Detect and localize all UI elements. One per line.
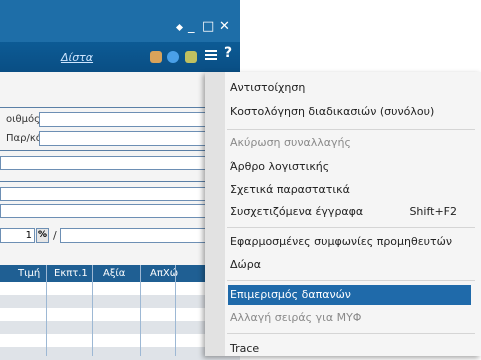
menu-separator [227, 333, 475, 334]
menu-item-trace[interactable]: Trace [230, 339, 475, 359]
table-row[interactable] [0, 347, 240, 360]
menu-lines-icon[interactable] [205, 50, 217, 60]
quantity-field[interactable]: 1 [0, 228, 35, 243]
help-icon[interactable]: ? [224, 45, 232, 61]
col-header-apxo[interactable]: ΑπΧώ [150, 268, 178, 279]
table-row[interactable] [0, 308, 240, 321]
col-header-discount[interactable]: Εκπτ.1 [54, 268, 88, 279]
minimize-button[interactable]: _ [188, 20, 195, 34]
table-row[interactable] [0, 282, 240, 295]
column-divider [46, 265, 47, 356]
text-field-2[interactable] [0, 187, 240, 201]
toolbar [0, 42, 240, 72]
menu-item-related-documents[interactable]: Σχετικά παραστατικά [230, 180, 475, 200]
gear-icon[interactable] [185, 51, 197, 63]
column-divider [140, 265, 141, 356]
col-header-price[interactable]: Τιμή [18, 268, 40, 279]
menu-item-mapping[interactable]: Αντιστοίχηση [230, 78, 475, 98]
menu-separator [227, 129, 475, 130]
percent-toggle[interactable]: % [36, 228, 49, 243]
list-link[interactable]: Δίστα [42, 47, 112, 68]
menu-icon-strip [205, 72, 225, 356]
menu-item-linked-files[interactable]: Συσχετιζόμενα έγγραφα Shift+F2 [230, 202, 475, 222]
form-divider [0, 107, 240, 108]
menu-item-myf-series[interactable]: Αλλαγή σειράς για ΜΥΦ [230, 308, 475, 328]
table-row[interactable] [0, 295, 240, 308]
text-field-3[interactable] [0, 204, 240, 218]
shortcut-label: Shift+F2 [409, 205, 457, 218]
tool-icon-1[interactable] [150, 51, 162, 63]
menu-item-accounting-entry[interactable]: Άρθρο λογιστικής [230, 157, 475, 177]
col-header-value[interactable]: Αξία [103, 268, 125, 279]
menu-separator [227, 227, 475, 228]
slash-separator: / [53, 229, 57, 242]
maximize-button[interactable]: □ [202, 20, 214, 34]
menu-item-supplier-agreements[interactable]: Εφαρμοσμένες συμφωνίες προμηθευτών [230, 232, 475, 252]
menu-item-expense-allocation[interactable]: Επιμερισμός δαπανών [228, 285, 471, 305]
close-button[interactable]: ✕ [219, 20, 230, 34]
parko-label: Παρ/κό [6, 133, 42, 144]
text-field-1[interactable] [0, 156, 240, 170]
form-divider [0, 150, 240, 151]
table-row[interactable] [0, 334, 240, 347]
info-icon[interactable] [167, 51, 179, 63]
menu-item-process-costing[interactable]: Κοστολόγηση διαδικασιών (συνόλου) [230, 102, 475, 122]
number-label: οιθμός [6, 114, 40, 125]
column-divider [92, 265, 93, 356]
context-menu: Αντιστοίχηση Κοστολόγηση διαδικασιών (συ… [205, 72, 481, 356]
form-divider [0, 181, 240, 182]
table-row[interactable] [0, 321, 240, 334]
menu-item-cancel-transaction[interactable]: Ακύρωση συναλλαγής [230, 133, 475, 153]
menu-separator [227, 280, 475, 281]
menu-item-gifts[interactable]: Δώρα [230, 255, 475, 275]
column-divider [175, 265, 176, 356]
